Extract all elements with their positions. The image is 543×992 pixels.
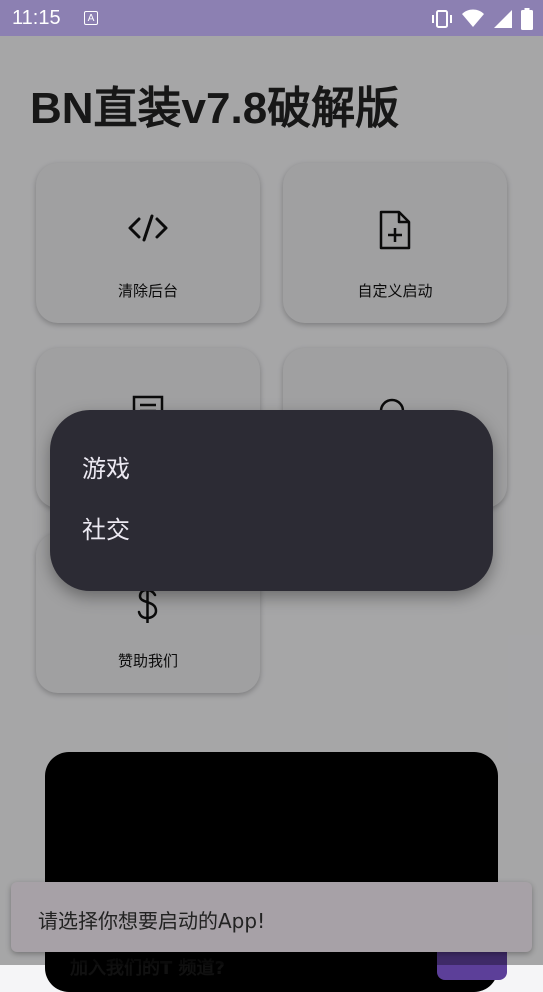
- status-bar: 11:15 A: [0, 0, 543, 36]
- notification-a-icon: A: [84, 11, 98, 25]
- vibrate-icon: [432, 10, 452, 28]
- status-time: 11:15: [12, 7, 61, 29]
- wifi-icon: [462, 9, 484, 27]
- menu-item-games[interactable]: 游戏: [82, 449, 130, 484]
- status-icons: [431, 8, 533, 30]
- app-category-menu: 游戏 社交: [50, 410, 493, 591]
- toast-message: 请选择你想要启动的App!: [11, 882, 532, 952]
- signal-icon: [494, 10, 512, 28]
- battery-icon: [521, 8, 533, 30]
- toast-text: 请选择你想要启动的App!: [38, 909, 266, 933]
- menu-item-social[interactable]: 社交: [82, 510, 130, 545]
